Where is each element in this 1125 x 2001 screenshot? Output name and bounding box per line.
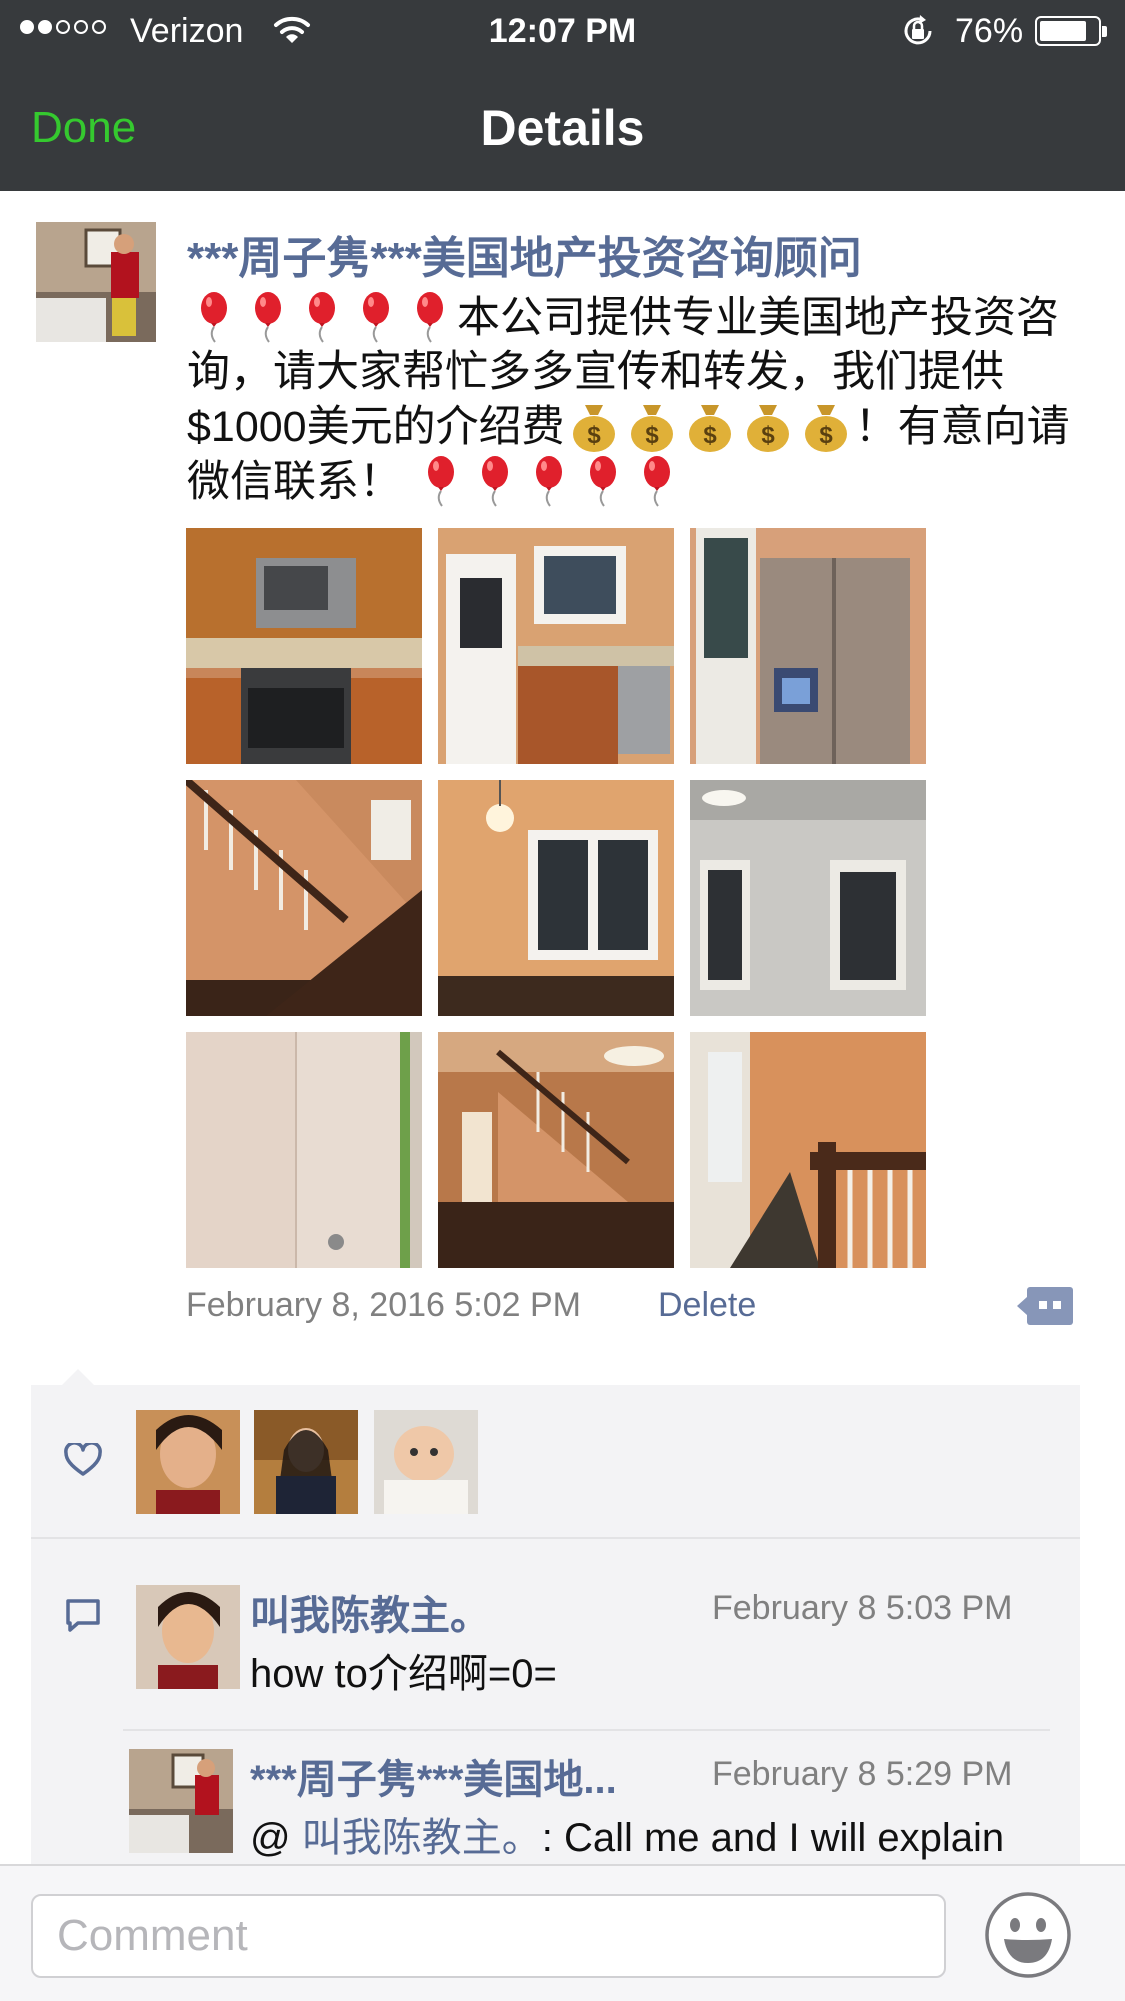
photo-hallway-stairs[interactable] — [438, 1032, 674, 1268]
photo-kitchen-sink[interactable] — [438, 528, 674, 764]
photo-kitchen-stove[interactable] — [186, 528, 422, 764]
like-comment-menu-icon[interactable] — [1015, 1285, 1075, 1327]
money-bag-icon: $ — [746, 405, 789, 452]
post-photo-grid — [186, 528, 928, 1268]
panel-notch — [62, 1369, 94, 1385]
svg-text:$: $ — [645, 422, 659, 449]
balloon-icon — [643, 456, 670, 507]
interactions-panel: 叫我陈教主。 February 8 5:03 PM how to介绍啊=0= *… — [31, 1385, 1080, 1865]
commenter-avatar[interactable] — [136, 1585, 240, 1689]
comment-text[interactable]: how to介绍啊=0= — [250, 1641, 557, 1699]
money-bag-icon: $ — [804, 405, 847, 452]
battery-percent: 76% — [955, 12, 1024, 50]
money-bag-icon: $ — [688, 405, 731, 452]
post-author-name[interactable]: ***周子隽***美国地产投资咨询顾问 — [187, 222, 862, 286]
comment-time: February 8 5:03 PM — [712, 1589, 1013, 1627]
reply-prefix: @ — [250, 1816, 302, 1860]
balloon-icon — [417, 292, 443, 343]
heart-icon — [64, 1443, 102, 1476]
photo-white-room[interactable] — [690, 780, 926, 1016]
balloon-icon — [427, 456, 454, 507]
comment-time: February 8 5:29 PM — [712, 1755, 1013, 1793]
likes-row — [31, 1385, 1080, 1539]
comment-composer — [0, 1864, 1125, 2001]
balloon-icon — [255, 292, 281, 343]
post-author-avatar[interactable] — [36, 222, 156, 342]
liker-avatar[interactable] — [374, 1410, 478, 1514]
photo-empty-corner[interactable] — [186, 1032, 422, 1268]
photo-staircase[interactable] — [186, 780, 422, 1016]
commenter-avatar[interactable] — [129, 1749, 233, 1853]
balloon-icon — [535, 456, 562, 507]
photo-upstairs-hall[interactable] — [690, 1032, 926, 1268]
svg-text:$: $ — [819, 422, 833, 449]
photo-room-windows[interactable] — [438, 780, 674, 1016]
money-bag-icon: $ — [572, 405, 615, 452]
page-title: Details — [480, 100, 645, 156]
svg-text:$: $ — [703, 422, 717, 449]
post-text: 本公司提供专业美国地产投资咨询，请大家帮忙多多宣传和转发，我们提供$1000美元… — [187, 290, 1092, 509]
status-bar: Verizon 12:07 PM 76% — [0, 0, 1125, 62]
balloon-icon — [201, 292, 227, 343]
liker-avatar[interactable] — [136, 1410, 240, 1514]
liker-avatar[interactable] — [254, 1410, 358, 1514]
post-timestamp: February 8, 2016 5:02 PM — [186, 1286, 582, 1324]
reply-mention[interactable]: 叫我陈教主。 — [302, 1816, 542, 1860]
comment-divider — [123, 1729, 1050, 1731]
money-bag-icon: $ — [630, 405, 673, 452]
photo-refrigerator[interactable] — [690, 528, 926, 764]
comment-input[interactable] — [31, 1894, 946, 1978]
delete-post-button[interactable]: Delete — [658, 1286, 756, 1325]
battery-icon — [1035, 16, 1107, 46]
comment-author[interactable]: ***周子隽***美国地... — [250, 1747, 617, 1805]
rotation-lock-icon — [904, 15, 932, 45]
balloon-icon — [481, 456, 508, 507]
comment-text[interactable]: @ 叫我陈教主。: Call me and I will explain — [250, 1805, 1004, 1863]
comment-author[interactable]: 叫我陈教主。 — [250, 1583, 490, 1641]
svg-text:$: $ — [761, 422, 775, 449]
balloon-icon — [363, 292, 389, 343]
top-bar: Verizon 12:07 PM 76% Done Details — [0, 0, 1125, 191]
emoji-icon[interactable] — [984, 1891, 1072, 1979]
balloon-icon — [589, 456, 616, 507]
svg-text:$: $ — [587, 422, 601, 449]
reply-text: : Call me and I will explain — [541, 1816, 1005, 1860]
comment-bubble-icon — [66, 1599, 100, 1632]
balloon-icon — [309, 292, 335, 343]
